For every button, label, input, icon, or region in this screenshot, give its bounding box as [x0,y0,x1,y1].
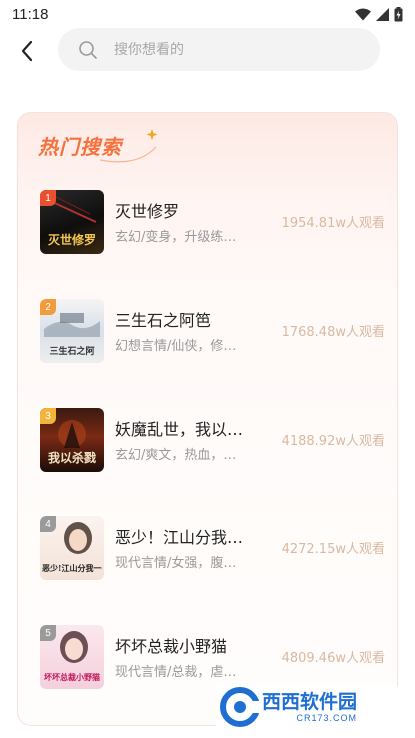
rank-badge: 2 [40,299,56,315]
book-tags: 幻想言情/仙侠，修… [115,339,237,354]
book-cover: 灭世修罗 1 [40,190,104,254]
book-cover-text: 灭世修罗 [47,233,96,247]
signal-icon [376,7,389,21]
back-button[interactable] [12,36,42,66]
book-cover: 我以杀戮 3 [40,408,104,472]
book-cover-text: 我以杀戮 [47,451,96,465]
status-bar: 11:18 [0,0,415,28]
book-title: 恶少！江山分我… [115,528,244,547]
book-cover-text: 三生石之阿 [49,347,95,357]
search-header [0,28,415,74]
status-icons [355,6,403,22]
book-tags: 玄幻/爽文，热血，… [115,448,237,463]
hot-search-item[interactable]: 灭世修罗 1 灭世修罗 玄幻/变身，升级练… 1954.81w人观看 [40,190,385,256]
book-views: 4272.15w人观看 [281,542,385,557]
hot-search-item[interactable]: 坏坏总裁小野猫 5 坏坏总裁小野猫 现代言情/总裁，虐… 4809.46w人观看 [40,625,385,691]
battery-icon [394,6,403,21]
book-views: 1768.48w人观看 [281,325,385,340]
book-cover-text: 恶少!江山分我一半 [42,563,102,573]
search-icon [78,40,98,60]
book-cover: 坏坏总裁小野猫 5 [40,625,104,689]
book-views: 4809.46w人观看 [281,651,385,666]
watermark-domain: CR173.COM [296,712,358,723]
hot-search-item[interactable]: 我以杀戮 3 妖魔乱世，我以… 玄幻/爽文，热血，… 4188.92w人观看 [40,408,385,474]
search-input[interactable] [114,41,344,58]
book-title: 坏坏总裁小野猫 [115,637,228,656]
watermark-c-logo-icon [220,687,260,727]
book-cover: 三生石之阿 2 [40,299,104,363]
hot-search-item[interactable]: 三生石之阿 2 三生石之阿笆 幻想言情/仙侠，修… 1768.48w人观看 [40,299,385,365]
back-arrow-icon [21,40,33,62]
book-title: 灭世修罗 [115,202,180,221]
status-time: 11:18 [12,5,49,23]
book-views: 1954.81w人观看 [281,216,385,231]
book-tags: 现代言情/总裁，虐… [115,665,237,680]
book-cover: 恶少!江山分我一半 4 [40,516,104,580]
rank-badge: 4 [40,516,56,532]
book-tags: 玄幻/变身，升级练… [115,230,237,245]
book-title: 妖魔乱世，我以… [115,420,244,439]
watermark-brand: 西西软件园 [262,690,358,713]
rank-badge: 1 [40,190,56,206]
rank-badge: 3 [40,408,56,424]
book-views: 4188.92w人观看 [281,434,385,449]
search-bar[interactable] [58,28,380,71]
hot-search-card: 热门搜索 灭世修罗 1 灭世修罗 玄幻/变身，升级练… 1954.81w人观看 … [17,112,398,726]
sparkle-icon [99,129,158,163]
book-title: 三生石之阿笆 [115,311,212,330]
hot-search-item[interactable]: 恶少!江山分我一半 4 恶少！江山分我… 现代言情/女强，腹… 4272.15w… [40,516,385,582]
wifi-icon [355,8,371,20]
watermark-logo: 西西软件园 CR173.COM [216,684,398,730]
book-tags: 现代言情/女强，腹… [115,556,237,571]
book-cover-text: 坏坏总裁小野猫 [44,672,100,682]
rank-badge: 5 [40,625,56,641]
